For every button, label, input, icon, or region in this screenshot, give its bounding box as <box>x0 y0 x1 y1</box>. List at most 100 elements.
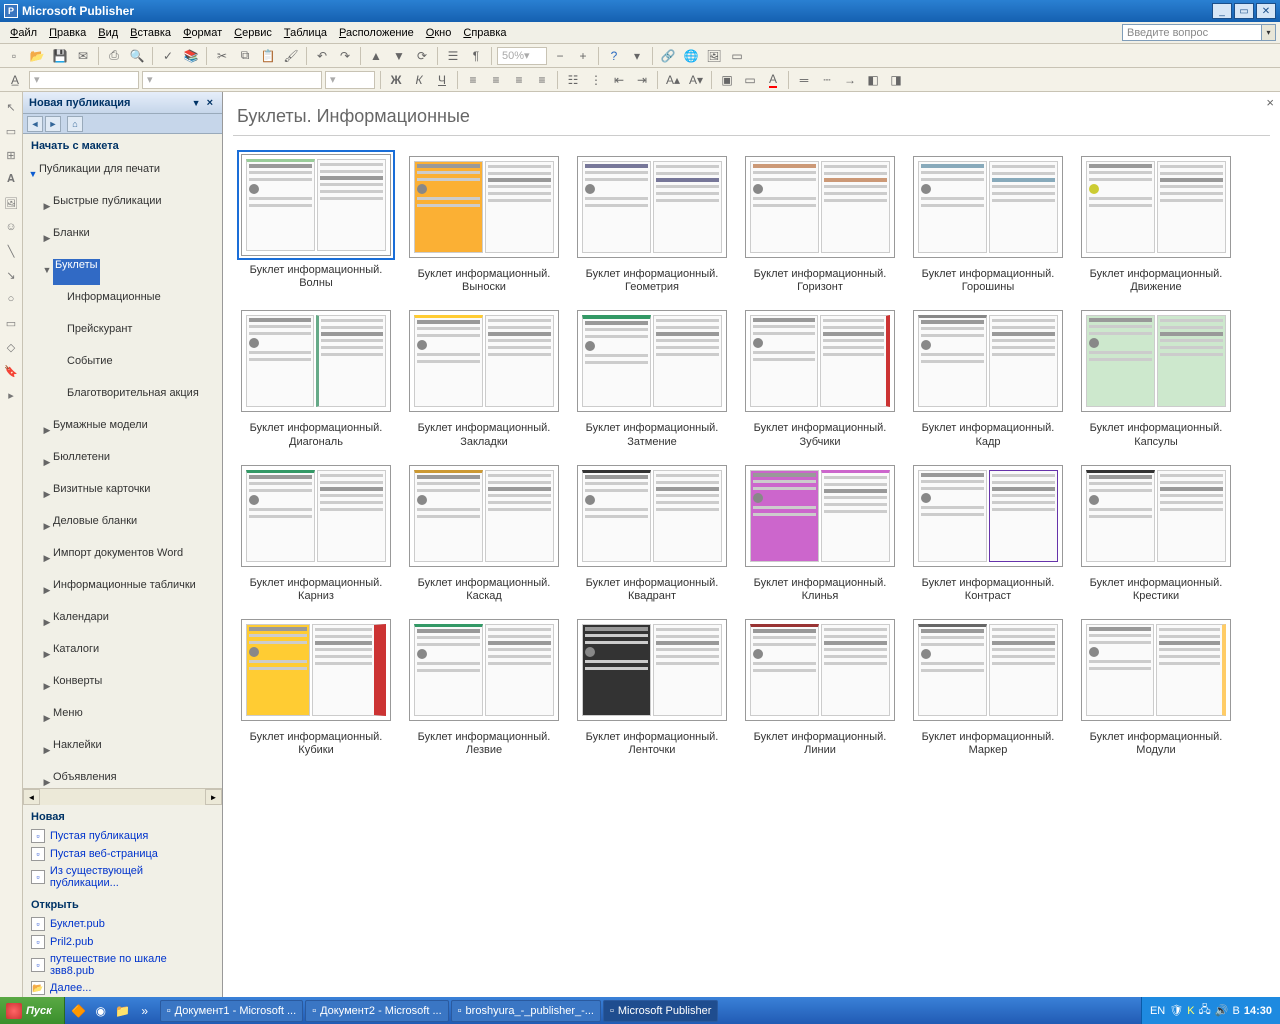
ql-chrome-icon[interactable]: ◉ <box>91 1001 111 1021</box>
tree-item[interactable]: ▼Буклеты <box>27 254 218 286</box>
tree-item[interactable]: ▶Бумажные модели <box>27 414 218 446</box>
tray-clock[interactable]: 14:30 <box>1244 1005 1272 1017</box>
print-button[interactable]: ⎙ <box>104 46 124 66</box>
tree-item[interactable]: ▶Деловые бланки <box>27 510 218 542</box>
table-tool[interactable]: ⊞ <box>2 146 20 164</box>
font-grow-button[interactable]: A▴ <box>663 70 683 90</box>
tree-item[interactable]: ▶Бланки <box>27 222 218 254</box>
font-combo[interactable]: ▾ <box>142 71 322 89</box>
help-dropdown-button[interactable]: ▾ <box>1262 24 1276 41</box>
tree-item[interactable]: ▶Каталоги <box>27 638 218 670</box>
main-close-button[interactable]: × <box>1266 95 1274 110</box>
taskpane-home-button[interactable]: ⌂ <box>67 116 83 132</box>
tray-lang[interactable]: EN <box>1150 1005 1165 1017</box>
pic-button[interactable]: 🖼 <box>704 46 724 66</box>
arrow-tool[interactable]: ↘ <box>2 266 20 284</box>
help-search-input[interactable]: Введите вопрос <box>1122 24 1262 41</box>
bold-button[interactable]: Ж <box>386 70 406 90</box>
redo-button[interactable]: ↷ <box>335 46 355 66</box>
taskbar-item[interactable]: ▫Microsoft Publisher <box>603 1000 718 1022</box>
menu-окно[interactable]: Окно <box>420 25 458 41</box>
research-button[interactable]: 📚 <box>181 46 201 66</box>
tree-item[interactable]: ▶Объявления <box>27 766 218 788</box>
template-card[interactable]: Буклет информационный. Клинья <box>741 459 899 603</box>
close-button[interactable]: ✕ <box>1256 3 1276 19</box>
decrease-indent-button[interactable]: ⇤ <box>609 70 629 90</box>
numbering-button[interactable]: ☷ <box>563 70 583 90</box>
menu-правка[interactable]: Правка <box>43 25 92 41</box>
template-card[interactable]: Буклет информационный. Капсулы <box>1077 304 1235 448</box>
tree-item[interactable]: ▶Наклейки <box>27 734 218 766</box>
ql-desktop-icon[interactable]: » <box>135 1001 155 1021</box>
menu-таблица[interactable]: Таблица <box>278 25 333 41</box>
template-card[interactable]: Буклет информационный. Лезвие <box>405 613 563 757</box>
template-card[interactable]: Буклет информационный. Каскад <box>405 459 563 603</box>
template-card[interactable]: Буклет информационный. Кубики <box>237 613 395 757</box>
tree-item[interactable]: ▶Быстрые публикации <box>27 190 218 222</box>
line-style-button[interactable]: ═ <box>794 70 814 90</box>
special-button[interactable]: ¶ <box>466 46 486 66</box>
template-card[interactable]: Буклет информационный. Карниз <box>237 459 395 603</box>
line-tool[interactable]: ╲ <box>2 242 20 260</box>
zoom-combo[interactable]: 50% ▾ <box>497 47 547 65</box>
restore-button[interactable]: ▭ <box>1234 3 1254 19</box>
template-card[interactable]: Буклет информационный. Горизонт <box>741 150 899 294</box>
tray-volume-icon[interactable]: 🔊 <box>1215 1004 1229 1017</box>
taskpane-hscroll[interactable]: ◄► <box>23 788 222 805</box>
expand-button[interactable]: ▾ <box>627 46 647 66</box>
web-preview-button[interactable]: 🌐 <box>681 46 701 66</box>
arrow-style-button[interactable]: → <box>840 70 860 90</box>
rotate-button[interactable]: ⟳ <box>412 46 432 66</box>
tree-item[interactable]: Прейскурант <box>27 318 218 350</box>
template-card[interactable]: Буклет информационный. Геометрия <box>573 150 731 294</box>
tree-item[interactable]: ▶Импорт документов Word <box>27 542 218 574</box>
menu-справка[interactable]: Справка <box>457 25 512 41</box>
copy-button[interactable]: ⧉ <box>235 46 255 66</box>
design-gallery-tool[interactable]: ▸ <box>2 386 20 404</box>
new-link[interactable]: ▫Пустая веб-страница <box>31 845 214 863</box>
template-card[interactable]: Буклет информационный. Выноски <box>405 150 563 294</box>
picture-tool[interactable]: 🖼 <box>2 194 20 212</box>
template-card[interactable]: Буклет информационный. Волны <box>237 150 395 294</box>
taskbar-item[interactable]: ▫Документ1 - Microsoft ... <box>160 1000 303 1022</box>
size-combo[interactable]: ▾ <box>325 71 375 89</box>
preview-button[interactable]: 🔍 <box>127 46 147 66</box>
taskbar-item[interactable]: ▫broshyura_-_publisher_-... <box>451 1000 601 1022</box>
ql-explorer-icon[interactable]: 📁 <box>113 1001 133 1021</box>
tree-item[interactable]: ▶Визитные карточки <box>27 478 218 510</box>
template-card[interactable]: Буклет информационный. Маркер <box>909 613 1067 757</box>
italic-button[interactable]: К <box>409 70 429 90</box>
bullets-button[interactable]: ⋮ <box>586 70 606 90</box>
shadow-button[interactable]: ◧ <box>863 70 883 90</box>
template-card[interactable]: Буклет информационный. Квадрант <box>573 459 731 603</box>
oval-tool[interactable]: ○ <box>2 290 20 308</box>
tree-item[interactable]: ▶Бюллетени <box>27 446 218 478</box>
tree-item[interactable]: Событие <box>27 350 218 382</box>
format-painter-button[interactable]: 🖌 <box>281 46 301 66</box>
new-link[interactable]: ▫Пустая публикация <box>31 827 214 845</box>
taskpane-close-button[interactable]: × <box>204 97 216 109</box>
3d-button[interactable]: ◨ <box>886 70 906 90</box>
new-button[interactable]: ▫ <box>4 46 24 66</box>
tree-item[interactable]: Благотворительная акция <box>27 382 218 414</box>
bookmark-tool[interactable]: 🔖 <box>2 362 20 380</box>
increase-indent-button[interactable]: ⇥ <box>632 70 652 90</box>
font-shrink-button[interactable]: A▾ <box>686 70 706 90</box>
open-link[interactable]: 📂Далее... <box>31 979 214 997</box>
tree-item[interactable]: Информационные <box>27 286 218 318</box>
justify-button[interactable]: ≡ <box>532 70 552 90</box>
font-color-button[interactable]: A <box>763 70 783 90</box>
minimize-button[interactable]: _ <box>1212 3 1232 19</box>
rect-tool[interactable]: ▭ <box>2 314 20 332</box>
template-card[interactable]: Буклет информационный. Ленточки <box>573 613 731 757</box>
template-card[interactable]: Буклет информационный. Линии <box>741 613 899 757</box>
template-card[interactable]: Буклет информационный. Зубчики <box>741 304 899 448</box>
text-tool[interactable]: ▭ <box>2 122 20 140</box>
send-back-button[interactable]: ▼ <box>389 46 409 66</box>
tree-item[interactable]: ▶Информационные таблички <box>27 574 218 606</box>
tray-shield-icon[interactable]: 🛡 <box>1169 1004 1183 1017</box>
template-card[interactable]: Буклет информационный. Модули <box>1077 613 1235 757</box>
style-button[interactable]: A̲ <box>4 70 26 90</box>
mail-button[interactable]: ✉ <box>73 46 93 66</box>
taskpane-dropdown-button[interactable]: ▼ <box>189 98 204 108</box>
